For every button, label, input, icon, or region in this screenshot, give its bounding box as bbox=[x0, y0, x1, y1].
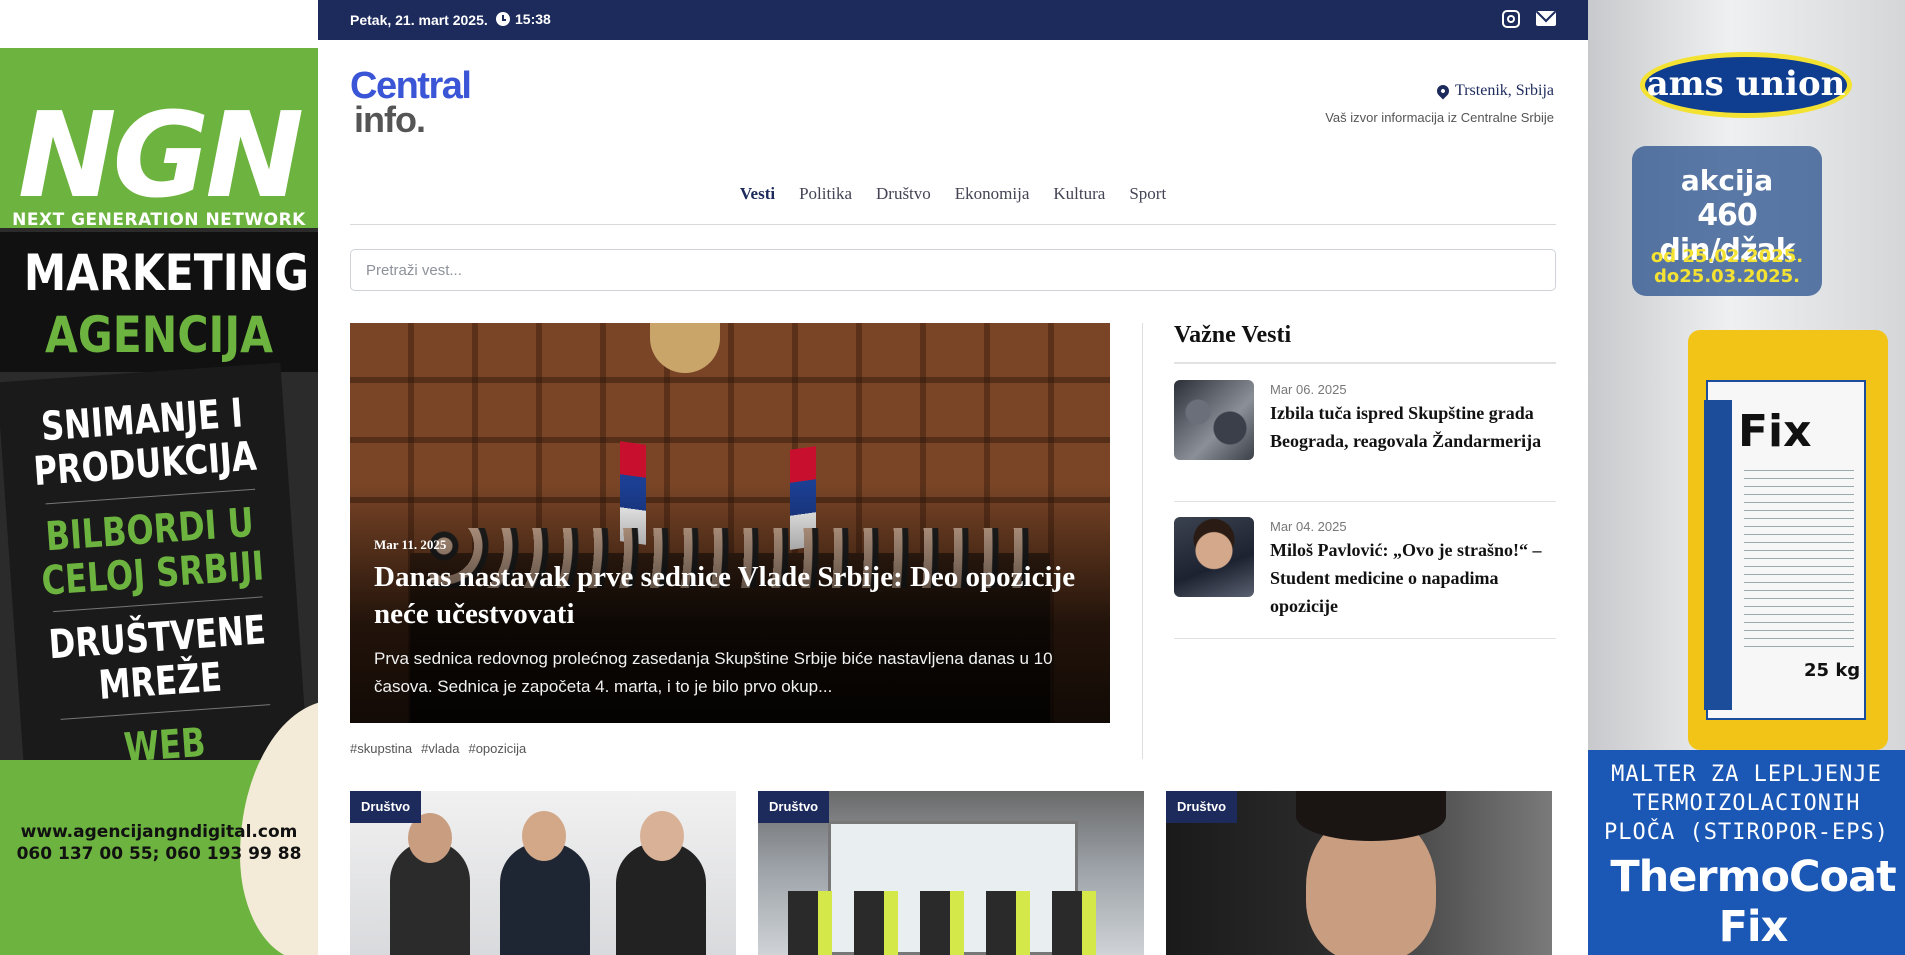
article-date: Mar 04. 2025 bbox=[1270, 519, 1347, 534]
category-badge[interactable]: Društvo bbox=[1166, 791, 1238, 823]
article-title[interactable]: Izbila tuča ispred Skupštine grada Beogr… bbox=[1270, 399, 1556, 455]
category-badge[interactable]: Društvo bbox=[758, 791, 830, 823]
promo-date-to: do25.03.2025. bbox=[1654, 266, 1800, 287]
ad-url: www.agencijangndigital.com bbox=[20, 822, 298, 842]
article-card[interactable]: Društvo bbox=[350, 791, 736, 955]
product-description: MALTER ZA LEPLJENJE TERMOIZOLACIONIH PLO… bbox=[1604, 762, 1889, 845]
ad-marketing-text: MARKETING bbox=[23, 244, 309, 302]
clock-icon bbox=[496, 12, 510, 26]
left-ad-banner[interactable]: NGN NEXT GENERATION NETWORK MARKETING AG… bbox=[0, 0, 318, 955]
tag-link[interactable]: #opozicija bbox=[468, 741, 526, 756]
top-bar: Petak, 21. mart 2025. 15:38 bbox=[318, 0, 1588, 40]
nav-item-kultura[interactable]: Kultura bbox=[1053, 184, 1105, 204]
tag-link[interactable]: #vlada bbox=[421, 741, 459, 756]
promo-word: akcija bbox=[1680, 164, 1774, 197]
map-pin-icon bbox=[1434, 82, 1452, 100]
ngn-logo-subtitle: NEXT GENERATION NETWORK bbox=[12, 210, 306, 230]
instagram-icon[interactable] bbox=[1502, 10, 1520, 28]
envelope-icon[interactable] bbox=[1536, 11, 1556, 26]
product-name: ThermoCoat Fix bbox=[1610, 852, 1896, 952]
article-thumbnail[interactable] bbox=[1174, 517, 1254, 597]
product-weight: 25 kg bbox=[1804, 660, 1861, 681]
ams-union-logo: ams union bbox=[1640, 52, 1852, 118]
promo-date-from: od 25.02.2025. bbox=[1650, 246, 1804, 267]
article-thumbnail[interactable] bbox=[1174, 380, 1254, 460]
category-badge[interactable]: Društvo bbox=[350, 791, 422, 823]
current-time: 15:38 bbox=[515, 11, 551, 27]
ngn-logo: NGN bbox=[17, 86, 304, 224]
article-card[interactable]: Društvo bbox=[758, 791, 1144, 955]
article-card[interactable]: Društvo bbox=[1166, 791, 1552, 955]
sidebar-article[interactable]: Mar 06. 2025 Izbila tuča ispred Skupštin… bbox=[1174, 380, 1556, 460]
hero-excerpt: Prva sednica redovnog prolećnog zasedanj… bbox=[374, 649, 1053, 696]
site-tagline: Vaš izvor informacija iz Centralne Srbij… bbox=[1325, 110, 1554, 125]
sidebar-article[interactable]: Mar 04. 2025 Miloš Pavlović: „Ovo je str… bbox=[1174, 517, 1556, 620]
main-nav: Vesti Politika Društvo Ekonomija Kultura… bbox=[318, 184, 1588, 204]
hero-title[interactable]: Danas nastavak prve sednice Vlade Srbije… bbox=[374, 559, 1094, 633]
product-label: Fix bbox=[1738, 406, 1812, 457]
hero-article[interactable]: Mar 11. 2025 Danas nastavak prve sednice… bbox=[350, 323, 1110, 723]
article-date: Mar 06. 2025 bbox=[1270, 382, 1347, 397]
nav-item-drustvo[interactable]: Društvo bbox=[876, 184, 931, 204]
main-content: Petak, 21. mart 2025. 15:38 Central info… bbox=[318, 0, 1588, 955]
ad-phones: 060 137 00 55; 060 193 99 88 bbox=[16, 844, 302, 864]
search-input[interactable] bbox=[350, 249, 1556, 291]
page: NGN NEXT GENERATION NETWORK MARKETING AG… bbox=[0, 0, 1905, 955]
nav-item-sport[interactable]: Sport bbox=[1129, 184, 1166, 204]
location: Trstenik, Srbija bbox=[1434, 82, 1554, 100]
tag-link[interactable]: #skupstina bbox=[350, 741, 412, 756]
nav-item-politika[interactable]: Politika bbox=[799, 184, 852, 204]
sidebar-title: Važne Vesti bbox=[1174, 322, 1292, 348]
nav-item-ekonomija[interactable]: Ekonomija bbox=[955, 184, 1030, 204]
nav-item-vesti[interactable]: Vesti bbox=[740, 184, 775, 204]
article-title[interactable]: Miloš Pavlović: „Ovo je strašno!“ – Stud… bbox=[1270, 536, 1556, 620]
right-ad-banner[interactable]: ams union akcija 460 din/džak od 25.02.2… bbox=[1588, 0, 1905, 955]
current-date: Petak, 21. mart 2025. bbox=[350, 12, 488, 28]
ad-agency-text: AGENCIJA bbox=[44, 306, 274, 364]
hero-date: Mar 11. 2025 bbox=[374, 537, 447, 552]
hero-tags: #skupstina #vlada #opozicija bbox=[350, 741, 526, 756]
site-logo-suffix[interactable]: info. bbox=[354, 102, 426, 138]
